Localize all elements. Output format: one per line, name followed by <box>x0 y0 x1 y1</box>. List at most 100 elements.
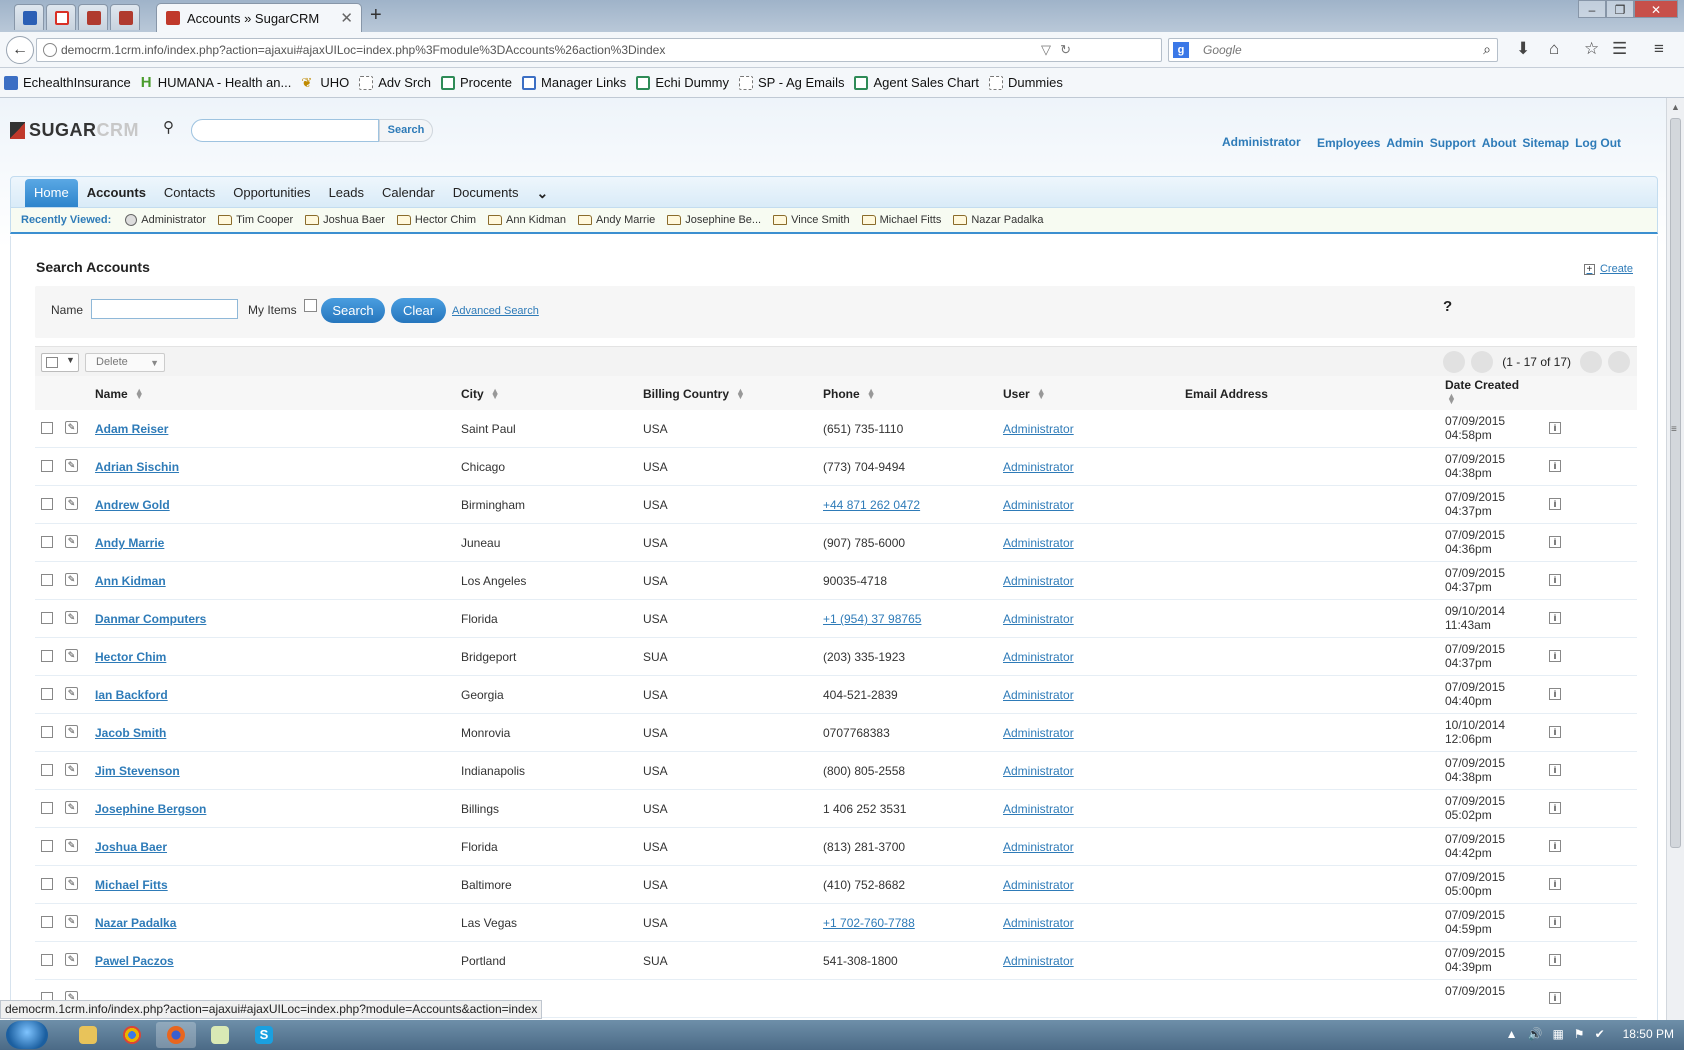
assigned-user-link[interactable]: Administrator <box>1003 612 1074 626</box>
tab-contacts[interactable]: Contacts <box>155 179 224 207</box>
bookmarks-list-icon[interactable]: ☰ <box>1612 39 1627 59</box>
help-icon[interactable]: ? <box>1443 298 1452 315</box>
download-icon[interactable]: ⬇ <box>1516 39 1530 59</box>
assigned-user-link[interactable]: Administrator <box>1003 688 1074 702</box>
account-name-link[interactable]: Ann Kidman <box>95 574 166 588</box>
first-page-button[interactable] <box>1443 351 1466 373</box>
home-icon[interactable]: ⌂ <box>1549 39 1559 59</box>
next-page-button[interactable] <box>1580 351 1602 373</box>
info-icon[interactable]: i <box>1549 878 1561 890</box>
info-icon[interactable]: i <box>1549 802 1561 814</box>
row-checkbox[interactable] <box>41 726 53 738</box>
assigned-user-link[interactable]: Administrator <box>1003 878 1074 892</box>
assigned-user-link[interactable]: Administrator <box>1003 840 1074 854</box>
recent-item[interactable]: Ann Kidman <box>488 214 566 226</box>
taskbar-chrome[interactable] <box>112 1022 152 1048</box>
info-icon[interactable]: i <box>1549 840 1561 852</box>
row-checkbox[interactable] <box>41 764 53 776</box>
bookmark-item[interactable]: Agent Sales Chart <box>854 75 979 90</box>
bookmark-item[interactable]: Procente <box>440 75 512 90</box>
account-name-link[interactable]: Ian Backford <box>95 688 168 702</box>
pinned-tab-gmail[interactable] <box>46 4 76 30</box>
tab-calendar[interactable]: Calendar <box>373 179 444 207</box>
row-checkbox[interactable] <box>41 536 53 548</box>
new-tab-icon[interactable]: + <box>370 4 382 27</box>
row-checkbox[interactable] <box>41 460 53 472</box>
recent-item[interactable]: Hector Chim <box>396 214 476 226</box>
info-icon[interactable]: i <box>1549 764 1561 776</box>
assigned-user-link[interactable]: Administrator <box>1003 802 1074 816</box>
tab-opportunities[interactable]: Opportunities <box>224 179 319 207</box>
edit-pencil-icon[interactable]: ✎ <box>65 497 78 510</box>
account-name-link[interactable]: Nazar Padalka <box>95 916 176 930</box>
clock[interactable]: 18:50 PM <box>1623 1027 1674 1041</box>
back-arrow-icon[interactable]: ← <box>6 36 34 64</box>
window-close-icon[interactable]: ✕ <box>1634 0 1678 18</box>
row-checkbox[interactable] <box>41 422 53 434</box>
bookmark-item[interactable]: Adv Srch <box>359 75 431 90</box>
recent-item[interactable]: Michael Fitts <box>861 214 941 226</box>
column-header-name[interactable]: Name ▲ ▼ <box>95 387 144 402</box>
dropdown-arrow-icon[interactable]: ▽ <box>1041 42 1051 58</box>
assigned-user-link[interactable]: Administrator <box>1003 764 1074 778</box>
edit-pencil-icon[interactable]: ✎ <box>65 573 78 586</box>
assigned-user-link[interactable]: Administrator <box>1003 422 1074 436</box>
bookmark-item[interactable]: Dummies <box>988 75 1063 90</box>
recent-item[interactable]: Josephine Be... <box>667 214 761 226</box>
maximize-icon[interactable]: ❐ <box>1606 0 1634 18</box>
edit-pencil-icon[interactable]: ✎ <box>65 763 78 776</box>
account-name-link[interactable]: Adrian Sischin <box>95 460 179 474</box>
recent-item[interactable]: Nazar Padalka <box>953 214 1044 226</box>
account-name-link[interactable]: Jacob Smith <box>95 726 166 740</box>
my-items-checkbox[interactable] <box>304 299 317 312</box>
user-menu[interactable]: Administrator <box>1222 135 1301 149</box>
assigned-user-link[interactable]: Administrator <box>1003 498 1074 512</box>
taskbar-explorer-2[interactable] <box>200 1022 240 1048</box>
browser-search-bar[interactable]: g Google ⌕ <box>1168 38 1498 62</box>
taskbar-explorer[interactable] <box>68 1022 108 1048</box>
scrollbar-thumb[interactable] <box>1670 118 1681 848</box>
taskbar-skype[interactable]: S <box>244 1022 284 1048</box>
edit-pencil-icon[interactable]: ✎ <box>65 801 78 814</box>
header-link-about[interactable]: About <box>1482 136 1517 150</box>
column-header-user[interactable]: User ▲ ▼ <box>1003 387 1046 402</box>
header-link-admin[interactable]: Admin <box>1386 136 1423 150</box>
bookmark-item[interactable]: Manager Links <box>522 75 626 90</box>
edit-pencil-icon[interactable]: ✎ <box>65 915 78 928</box>
info-icon[interactable]: i <box>1549 688 1561 700</box>
info-icon[interactable]: i <box>1549 612 1561 624</box>
delete-button[interactable]: Delete ▼ <box>85 353 165 372</box>
assigned-user-link[interactable]: Administrator <box>1003 916 1074 930</box>
recent-item[interactable]: Tim Cooper <box>218 214 293 226</box>
search-button[interactable]: Search <box>321 298 385 323</box>
info-icon[interactable]: i <box>1549 650 1561 662</box>
info-icon[interactable]: i <box>1549 726 1561 738</box>
last-page-button[interactable] <box>1608 351 1630 373</box>
header-link-sitemap[interactable]: Sitemap <box>1522 136 1569 150</box>
info-icon[interactable]: i <box>1549 536 1561 548</box>
account-name-link[interactable]: Andrew Gold <box>95 498 170 512</box>
bookmark-star-icon[interactable]: ☆ <box>1584 39 1599 59</box>
prev-page-button[interactable] <box>1471 351 1494 373</box>
menu-icon[interactable]: ≡ <box>1654 39 1664 59</box>
recent-item[interactable]: Administrator <box>125 214 206 226</box>
assigned-user-link[interactable]: Administrator <box>1003 954 1074 968</box>
tab-accounts[interactable]: Accounts <box>78 179 155 207</box>
security-icon[interactable]: ✔ <box>1595 1027 1605 1041</box>
taskbar-firefox[interactable] <box>156 1022 196 1048</box>
bookmark-item[interactable]: EchealthInsurance <box>4 75 131 90</box>
url-bar[interactable]: democrm.1crm.info/index.php?action=ajaxu… <box>36 38 1162 62</box>
account-name-link[interactable]: Michael Fitts <box>95 878 168 892</box>
row-checkbox[interactable] <box>41 650 53 662</box>
clear-button[interactable]: Clear <box>391 298 446 323</box>
start-button[interactable] <box>6 1021 48 1049</box>
advanced-search-link[interactable]: Advanced Search <box>452 305 539 317</box>
google-icon[interactable]: g <box>1173 42 1189 58</box>
column-header-phone[interactable]: Phone ▲ ▼ <box>823 387 876 402</box>
more-modules-chevron-icon[interactable]: ⌄ <box>528 179 558 207</box>
edit-pencil-icon[interactable]: ✎ <box>65 535 78 548</box>
row-checkbox[interactable] <box>41 574 53 586</box>
network-icon[interactable]: ▦ <box>1552 1027 1563 1041</box>
tab-leads[interactable]: Leads <box>320 179 373 207</box>
pinned-tab-sugar-2[interactable] <box>110 4 140 30</box>
